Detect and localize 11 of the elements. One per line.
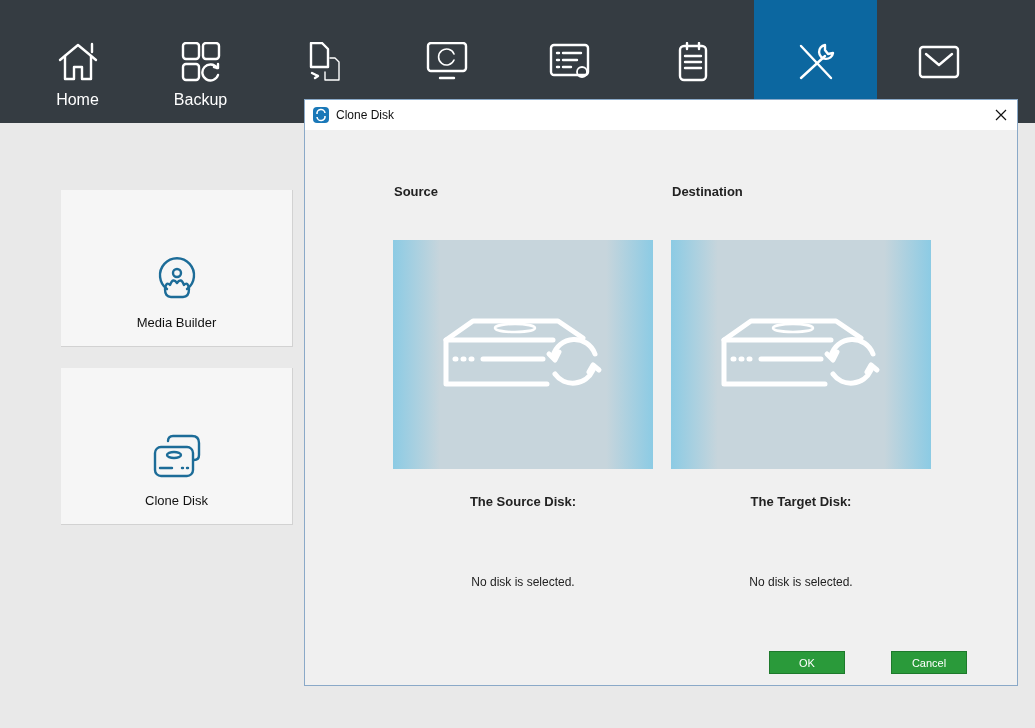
- pane-heading: Source: [394, 184, 440, 199]
- tool-label: Clone Disk: [145, 493, 208, 508]
- disk-label: The Source Disk:: [468, 494, 578, 509]
- nav-label: Home: [56, 91, 99, 109]
- nav-label: Backup: [173, 91, 228, 109]
- disk-status: No disk is selected.: [470, 575, 576, 589]
- disk-status: No disk is selected.: [748, 575, 854, 589]
- dialog-title: Clone Disk: [336, 108, 396, 122]
- tool-label: Media Builder: [136, 315, 217, 330]
- pane-heading: Destination: [672, 184, 744, 199]
- disk-label: The Target Disk:: [749, 494, 853, 509]
